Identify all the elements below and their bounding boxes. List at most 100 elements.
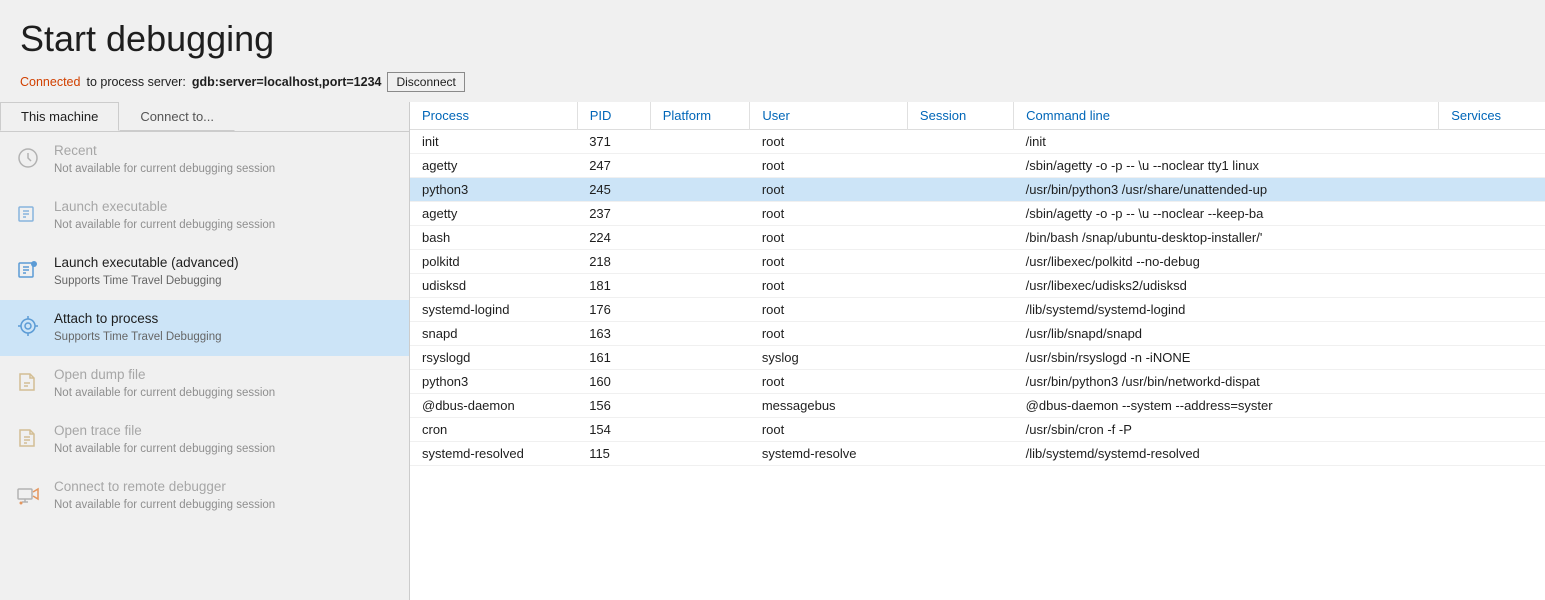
cmdline-cell: /sbin/agetty -o -p -- \u --noclear tty1 … — [1014, 154, 1439, 178]
platform-cell — [650, 226, 750, 250]
table-row[interactable]: agetty247root/sbin/agetty -o -p -- \u --… — [410, 154, 1545, 178]
cmdline-cell: /usr/bin/python3 /usr/bin/networkd-dispa… — [1014, 370, 1439, 394]
col-header-session[interactable]: Session — [907, 102, 1013, 130]
col-header-services[interactable]: Services — [1439, 102, 1545, 130]
tab-this-machine[interactable]: This machine — [0, 102, 119, 131]
attach-process-text: Attach to process Supports Time Travel D… — [54, 310, 221, 345]
platform-cell — [650, 346, 750, 370]
pid-cell: 181 — [577, 274, 650, 298]
process-cell: python3 — [410, 370, 577, 394]
cmdline-cell: /lib/systemd/systemd-logind — [1014, 298, 1439, 322]
recent-title: Recent — [54, 142, 275, 161]
pid-cell: 176 — [577, 298, 650, 322]
sidebar-item-dump-file[interactable]: Open dump file Not available for current… — [0, 356, 409, 412]
user-cell: root — [750, 250, 908, 274]
table-row[interactable]: snapd163root/usr/lib/snapd/snapd — [410, 322, 1545, 346]
recent-item-text: Recent Not available for current debuggi… — [54, 142, 275, 177]
services-cell — [1439, 322, 1545, 346]
user-cell: root — [750, 178, 908, 202]
process-cell: systemd-resolved — [410, 442, 577, 466]
services-cell — [1439, 442, 1545, 466]
tab-connect-to[interactable]: Connect to... — [119, 102, 235, 131]
platform-cell — [650, 322, 750, 346]
table-row[interactable]: python3160root/usr/bin/python3 /usr/bin/… — [410, 370, 1545, 394]
connection-bar: Connected to process server: gdb:server=… — [0, 68, 1545, 102]
remote-debugger-title: Connect to remote debugger — [54, 478, 275, 497]
services-cell — [1439, 130, 1545, 154]
sidebar-item-launch-exe[interactable]: Launch executable Not available for curr… — [0, 188, 409, 244]
services-cell — [1439, 250, 1545, 274]
table-row[interactable]: python3245root/usr/bin/python3 /usr/shar… — [410, 178, 1545, 202]
table-row[interactable]: systemd-logind176root/lib/systemd/system… — [410, 298, 1545, 322]
user-cell: root — [750, 298, 908, 322]
session-cell — [907, 130, 1013, 154]
session-cell — [907, 202, 1013, 226]
platform-cell — [650, 178, 750, 202]
table-wrapper[interactable]: Process PID Platform User Session Comman… — [410, 102, 1545, 600]
content-area: This machine Connect to... Recent Not av… — [0, 102, 1545, 600]
dump-file-title: Open dump file — [54, 366, 275, 385]
user-cell: root — [750, 418, 908, 442]
launch-exe-adv-title: Launch executable (advanced) — [54, 254, 239, 273]
process-cell: agetty — [410, 202, 577, 226]
col-header-user[interactable]: User — [750, 102, 908, 130]
tab-bar: This machine Connect to... — [0, 102, 409, 131]
table-row[interactable]: agetty237root/sbin/agetty -o -p -- \u --… — [410, 202, 1545, 226]
pid-cell: 218 — [577, 250, 650, 274]
sidebar-item-recent[interactable]: Recent Not available for current debuggi… — [0, 132, 409, 188]
cmdline-cell: /lib/systemd/systemd-resolved — [1014, 442, 1439, 466]
pid-cell: 224 — [577, 226, 650, 250]
col-header-platform[interactable]: Platform — [650, 102, 750, 130]
table-header: Process PID Platform User Session Comman… — [410, 102, 1545, 130]
clock-icon — [14, 144, 42, 172]
launch-exe-subtitle: Not available for current debugging sess… — [54, 218, 275, 233]
process-cell: @dbus-daemon — [410, 394, 577, 418]
session-cell — [907, 298, 1013, 322]
server-address: gdb:server=localhost,port=1234 — [192, 75, 382, 89]
sidebar-item-remote-debugger[interactable]: Connect to remote debugger Not available… — [0, 468, 409, 524]
sidebar-item-launch-exe-advanced[interactable]: + Launch executable (advanced) Supports … — [0, 244, 409, 300]
sidebar-item-trace-file[interactable]: Open trace file Not available for curren… — [0, 412, 409, 468]
page-title: Start debugging — [0, 0, 1545, 68]
table-row[interactable]: cron154root/usr/sbin/cron -f -P — [410, 418, 1545, 442]
sidebar-item-list: Recent Not available for current debuggi… — [0, 131, 409, 600]
cmdline-cell: /bin/bash /snap/ubuntu-desktop-installer… — [1014, 226, 1439, 250]
col-header-process[interactable]: Process — [410, 102, 577, 130]
pid-cell: 161 — [577, 346, 650, 370]
pid-cell: 115 — [577, 442, 650, 466]
platform-cell — [650, 130, 750, 154]
user-cell: syslog — [750, 346, 908, 370]
session-cell — [907, 322, 1013, 346]
user-cell: root — [750, 226, 908, 250]
pid-cell: 154 — [577, 418, 650, 442]
pid-cell: 156 — [577, 394, 650, 418]
services-cell — [1439, 394, 1545, 418]
cmdline-cell: /init — [1014, 130, 1439, 154]
cmdline-cell: /usr/libexec/polkitd --no-debug — [1014, 250, 1439, 274]
process-cell: cron — [410, 418, 577, 442]
table-row[interactable]: @dbus-daemon156messagebus@dbus-daemon --… — [410, 394, 1545, 418]
cmdline-cell: /usr/bin/python3 /usr/share/unattended-u… — [1014, 178, 1439, 202]
process-cell: polkitd — [410, 250, 577, 274]
launch-exe-title: Launch executable — [54, 198, 275, 217]
services-cell — [1439, 202, 1545, 226]
platform-cell — [650, 202, 750, 226]
services-cell — [1439, 274, 1545, 298]
process-cell: rsyslogd — [410, 346, 577, 370]
col-header-cmdline[interactable]: Command line — [1014, 102, 1439, 130]
trace-file-subtitle: Not available for current debugging sess… — [54, 442, 275, 457]
remote-debugger-subtitle: Not available for current debugging sess… — [54, 498, 275, 513]
cmdline-cell: /sbin/agetty -o -p -- \u --noclear --kee… — [1014, 202, 1439, 226]
table-row[interactable]: bash224root/bin/bash /snap/ubuntu-deskto… — [410, 226, 1545, 250]
platform-cell — [650, 442, 750, 466]
col-header-pid[interactable]: PID — [577, 102, 650, 130]
table-row[interactable]: init371root/init — [410, 130, 1545, 154]
table-row[interactable]: systemd-resolved115systemd-resolve/lib/s… — [410, 442, 1545, 466]
table-row[interactable]: polkitd218 root/usr/libexec/polkitd --no-… — [410, 250, 1545, 274]
sidebar-item-attach-process[interactable]: Attach to process Supports Time Travel D… — [0, 300, 409, 356]
table-row[interactable]: udisksd181root/usr/libexec/udisks2/udisk… — [410, 274, 1545, 298]
process-cell: python3 — [410, 178, 577, 202]
cmdline-cell: /usr/libexec/udisks2/udisksd — [1014, 274, 1439, 298]
disconnect-button[interactable]: Disconnect — [387, 72, 464, 92]
table-row[interactable]: rsyslogd161syslog/usr/sbin/rsyslogd -n -… — [410, 346, 1545, 370]
